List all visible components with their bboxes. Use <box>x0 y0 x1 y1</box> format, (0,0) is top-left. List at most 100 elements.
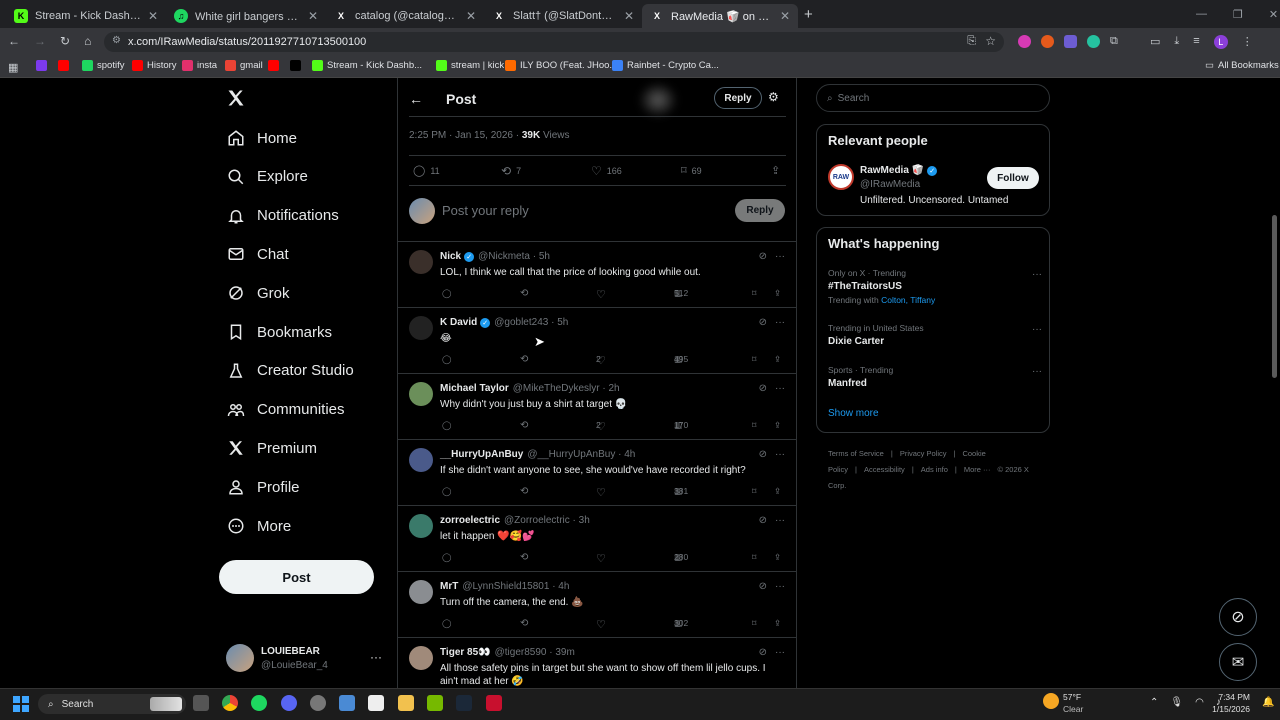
trend-more-icon[interactable]: ··· <box>1032 269 1042 280</box>
close-icon[interactable]: ✕ <box>148 9 158 23</box>
reply-row[interactable]: Tiger 85👀 @tiger8590 · 39m ⊘ ··· All those s… <box>398 638 796 688</box>
more-options-icon[interactable]: ··· <box>775 317 785 328</box>
share-icon[interactable]: ⇪ <box>771 164 780 177</box>
trend-more-icon[interactable]: ··· <box>1032 324 1042 335</box>
reply-icon[interactable]: ◯ <box>442 288 452 299</box>
show-more-link[interactable]: Show more <box>828 408 879 419</box>
minimize-icon[interactable]: — <box>1196 8 1207 21</box>
grok-icon[interactable]: ⊘ <box>759 383 767 394</box>
grok-icon[interactable]: ⊘ <box>759 251 767 262</box>
repost-icon[interactable]: ⟲ <box>520 354 528 365</box>
reply-avatar[interactable] <box>409 382 433 406</box>
tab-kick-dashboard[interactable]: K Stream - Kick Dashboard ✕ <box>6 4 166 28</box>
reply-row[interactable]: Michael Taylor @MikeTheDykeslyr · 2h ⊘ ··· W… <box>398 374 796 440</box>
microphone-icon[interactable]: 🎙 <box>1170 697 1183 708</box>
reply-author[interactable]: Tiger 85👀 @tiger8590 · 39m <box>440 647 575 658</box>
install-icon[interactable]: ⎘ <box>967 35 976 48</box>
footer-link[interactable]: Ads info <box>921 465 948 474</box>
nav-item-profile[interactable]: Profile <box>226 477 300 497</box>
search-input[interactable]: ⌕ Search <box>816 84 1050 112</box>
nav-item-grok[interactable]: Grok <box>226 283 290 303</box>
nav-item-premium[interactable]: Premium <box>226 438 317 458</box>
tab-slatt[interactable]: X Slatt† (@SlatDontMiss) / X ✕ <box>484 4 642 28</box>
notification-bell-icon[interactable]: 🔔 <box>1262 697 1274 708</box>
more-options-icon[interactable]: ··· <box>775 383 785 394</box>
antivirus-taskbar-icon[interactable] <box>486 695 502 711</box>
apps-grid-icon[interactable]: ▦ <box>8 61 18 74</box>
kebab-menu-icon[interactable]: ⋮ <box>1242 35 1253 49</box>
reply-avatar[interactable] <box>409 580 433 604</box>
nav-item-creator-studio[interactable]: Creator Studio <box>226 361 354 381</box>
footer-link[interactable]: More ··· <box>964 465 991 474</box>
rawmedia-avatar[interactable]: RAW <box>828 164 854 190</box>
bookmark-item[interactable] <box>58 60 73 71</box>
trend-item[interactable]: Trending in United States Dixie Carter ··· <box>828 323 1042 347</box>
repost-action[interactable]: ⟲ 7 <box>501 164 521 178</box>
reply-icon[interactable]: ◯ <box>442 486 452 497</box>
bookmark-icon[interactable]: ⌑ <box>752 486 756 497</box>
bookmark-action[interactable]: ⌑ 69 <box>681 164 702 177</box>
extension-icon[interactable] <box>1018 35 1031 48</box>
trend-with-names[interactable]: Colton, Tiffany <box>881 295 935 305</box>
close-icon[interactable]: ✕ <box>780 9 790 23</box>
x-logo-icon[interactable] <box>226 88 246 108</box>
site-info-icon[interactable]: ⚙ <box>112 35 121 46</box>
app-taskbar-icon[interactable] <box>310 695 326 711</box>
more-options-icon[interactable]: ··· <box>775 251 785 262</box>
reply-row[interactable]: zorroelectric @Zorroelectric · 3h ⊘ ··· let … <box>398 506 796 572</box>
grok-icon[interactable]: ⊘ <box>759 581 767 592</box>
footer-link[interactable]: Terms of Service <box>828 449 884 458</box>
reply-row[interactable]: MrT @LynnShield15801 · 4h ⊘ ··· Turn off the… <box>398 572 796 638</box>
extension-icon[interactable] <box>1064 35 1077 48</box>
nvidia-taskbar-icon[interactable] <box>427 695 443 711</box>
share-icon[interactable]: ⇪ <box>774 288 781 299</box>
spotify-taskbar-icon[interactable] <box>251 695 267 711</box>
nav-item-notifications[interactable]: Notifications <box>226 206 339 226</box>
bookmark-item[interactable]: History <box>132 60 177 71</box>
bookmark-icon[interactable]: ⌑ <box>752 552 756 563</box>
bookmark-item[interactable]: gmail <box>225 60 263 71</box>
url-bar[interactable]: ⚙ x.com/IRawMedia/status/201192771071350… <box>104 32 1004 52</box>
reload-icon[interactable]: ↻ <box>60 34 70 48</box>
trend-item[interactable]: Only on X · Trending #TheTraitorsUS Trendi… <box>828 268 1042 305</box>
reply-icon[interactable]: ◯ <box>442 552 452 563</box>
bookmark-icon[interactable]: ⌑ <box>752 288 756 299</box>
reply-author[interactable]: K David ✓ @goblet243 · 5h <box>440 317 568 328</box>
repost-icon[interactable]: ⟲ <box>520 486 528 497</box>
reply-avatar[interactable] <box>409 646 433 670</box>
grok-float-button[interactable]: ⊘ <box>1219 598 1257 636</box>
compose-post-button[interactable]: Post <box>219 560 374 594</box>
repost-icon[interactable]: ⟲ <box>520 420 528 431</box>
reply-submit-button[interactable]: Reply <box>735 199 785 222</box>
share-icon[interactable]: ⇪ <box>774 552 781 563</box>
nav-item-explore[interactable]: Explore <box>226 167 308 187</box>
back-icon[interactable]: ← <box>8 34 20 48</box>
bookmark-item[interactable]: spotify <box>82 60 124 71</box>
reply-author[interactable]: __HurryUpAnBuy @__HurryUpAnBuy · 4h <box>440 449 635 460</box>
share-icon[interactable]: ⇪ <box>774 618 781 629</box>
more-options-icon[interactable]: ··· <box>775 647 785 658</box>
close-icon[interactable]: ✕ <box>466 9 476 23</box>
repost-icon[interactable]: ⟲ <box>520 618 528 629</box>
account-menu-icon[interactable]: ··· <box>370 650 382 664</box>
reply-input[interactable]: Post your reply <box>442 203 722 218</box>
reply-row[interactable]: Nick ✓ @Nickmeta · 5h ⊘ ··· LOL, I think we c… <box>398 242 796 308</box>
bookmark-item[interactable]: Rainbet - Crypto Ca... <box>612 60 719 71</box>
tab-rawmedia-active[interactable]: X RawMedia 🥡 on X: "The unive ✕ <box>642 4 798 28</box>
share-icon[interactable]: ⇪ <box>774 486 781 497</box>
task-view-icon[interactable] <box>193 695 209 711</box>
bookmark-icon[interactable]: ⌑ <box>752 618 756 629</box>
footer-link[interactable]: Privacy Policy <box>900 449 947 458</box>
nav-item-chat[interactable]: Chat <box>226 244 289 264</box>
trend-item[interactable]: Sports · Trending Manfred ··· <box>828 365 1042 389</box>
all-bookmarks[interactable]: ▭ All Bookmarks <box>1205 60 1279 71</box>
sidebar-toggle-icon[interactable]: ▭ <box>1150 35 1160 49</box>
bookmark-icon[interactable]: ⌑ <box>752 354 756 365</box>
close-icon[interactable]: ✕ <box>624 9 634 23</box>
home-page-icon[interactable]: ⌂ <box>84 34 91 48</box>
nav-item-communities[interactable]: Communities <box>226 400 345 420</box>
tab-catalog[interactable]: X catalog (@catalogging) / X ✕ <box>326 4 484 28</box>
bookmark-item[interactable] <box>268 60 283 71</box>
new-tab-button[interactable]: + <box>804 6 813 23</box>
close-icon[interactable]: ✕ <box>308 9 318 23</box>
